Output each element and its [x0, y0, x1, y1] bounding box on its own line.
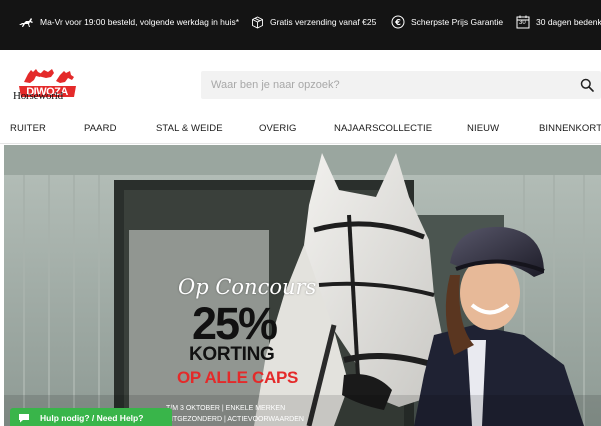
- chat-bubble-icon: [18, 413, 30, 423]
- nav-item-overig[interactable]: OVERIG: [259, 123, 297, 134]
- logo-text: Horseworld: [13, 90, 63, 102]
- nav-item-binnenkort[interactable]: BINNENKORT: [539, 123, 601, 134]
- promo-fineprint: UITGEZONDERD | ACTIEVOORWAARDEN: [166, 416, 304, 423]
- nav-item-najaarscollectie[interactable]: NAJAARSCOLLECTIE: [334, 123, 432, 134]
- search-icon[interactable]: [577, 75, 597, 95]
- svg-text:€: €: [394, 18, 401, 27]
- usp-return: 30 30 dagen bedenk: [516, 14, 601, 30]
- euro-icon: €: [391, 15, 405, 29]
- promo-percent: 25%: [192, 298, 278, 349]
- usp-shipping: Gratis verzending vanaf €25: [251, 14, 376, 30]
- promo-fineprint: T/M 3 OKTOBER | ENKELE MERKEN: [166, 405, 286, 412]
- usp-bar: Ma-Vr voor 19:00 besteld, volgende werkd…: [0, 0, 601, 50]
- usp-text: Gratis verzending vanaf €25: [270, 17, 377, 27]
- search-bar: [201, 71, 601, 99]
- nav-item-paard[interactable]: PAARD: [84, 123, 117, 134]
- promo-caps: OP ALLE CAPS: [177, 368, 299, 387]
- promo-script-title: Op Concours: [178, 275, 317, 299]
- help-chat-button[interactable]: Hulp nodig? / Need Help?: [10, 408, 172, 426]
- horse-icon: [18, 17, 34, 28]
- nav-item-ruiter[interactable]: RUITER: [10, 123, 46, 134]
- nav-item-stal-weide[interactable]: STAL & WEIDE: [156, 123, 223, 134]
- nav-item-nieuw[interactable]: NIEUW: [467, 123, 499, 134]
- help-label: Hulp nodig? / Need Help?: [40, 413, 144, 423]
- usp-text: 30 dagen bedenk: [536, 17, 601, 27]
- calendar-number: 30: [519, 20, 526, 26]
- search-input[interactable]: [211, 71, 551, 99]
- usp-text: Scherpste Prijs Garantie: [411, 17, 504, 27]
- main-nav: RUITER PAARD STAL & WEIDE OVERIG NAJAARS…: [0, 114, 601, 144]
- promo-korting: KORTING: [189, 344, 275, 365]
- package-icon: [251, 15, 264, 29]
- usp-price: € Scherpste Prijs Garantie: [391, 14, 503, 30]
- usp-text: Ma-Vr voor 19:00 besteld, volgende werkd…: [40, 17, 240, 27]
- calendar-icon: 30: [516, 15, 530, 29]
- usp-delivery: Ma-Vr voor 19:00 besteld, volgende werkd…: [18, 14, 239, 30]
